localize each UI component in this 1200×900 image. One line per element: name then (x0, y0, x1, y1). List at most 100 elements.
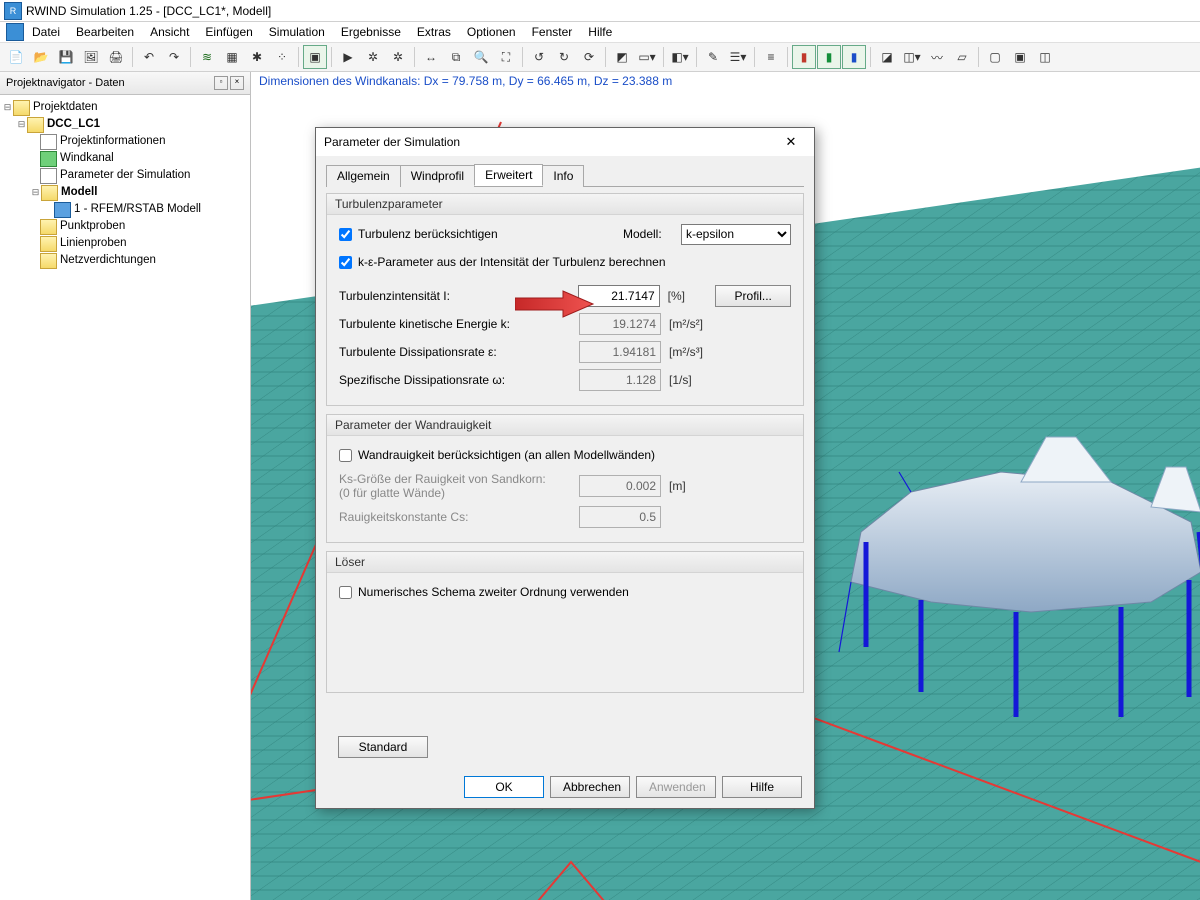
close-panel-icon[interactable]: × (230, 76, 244, 90)
navigator-header: Projektnavigator - Daten ▫ × (0, 72, 250, 95)
tree-windkanal[interactable]: Windkanal (60, 150, 114, 167)
rotate-icon[interactable]: ↺ (527, 45, 551, 69)
close-icon[interactable]: ✕ (776, 132, 806, 152)
separator (414, 47, 415, 67)
group-solver: Löser Numerisches Schema zweiter Ordnung… (326, 551, 804, 693)
menu-simulation[interactable]: Simulation (269, 25, 325, 39)
separator (331, 47, 332, 67)
apply-button[interactable]: Anwenden (636, 776, 716, 798)
undo-icon[interactable]: ↶ (137, 45, 161, 69)
project-tree[interactable]: ⊟Projektdaten ⊟DCC_LC1 Projektinformatio… (0, 95, 250, 273)
pin-icon[interactable]: ▫ (214, 76, 228, 90)
redo-icon[interactable]: ↷ (162, 45, 186, 69)
separator (663, 47, 664, 67)
box3-icon[interactable]: ◫ (1033, 45, 1057, 69)
cancel-button[interactable]: Abbrechen (550, 776, 630, 798)
help-button[interactable]: Hilfe (722, 776, 802, 798)
gear-icon[interactable]: ✲ (361, 45, 385, 69)
profil-button[interactable]: Profil... (715, 285, 791, 307)
wire-icon[interactable]: ◫▾ (900, 45, 924, 69)
box-icon[interactable]: ▢ (983, 45, 1007, 69)
axis-y-icon[interactable]: ▮ (817, 45, 841, 69)
menu-extras[interactable]: Extras (417, 25, 451, 39)
menu-datei[interactable]: Datei (32, 25, 60, 39)
tree-netz[interactable]: Netzverdichtungen (60, 252, 156, 269)
checkbox-second-order[interactable] (339, 586, 352, 599)
print-icon[interactable]: 🖨 (104, 45, 128, 69)
tab-windprofil[interactable]: Windprofil (400, 165, 475, 187)
tree-info[interactable]: Projektinformationen (60, 133, 165, 150)
input-k (579, 313, 661, 335)
tab-erweitert[interactable]: Erweitert (474, 164, 543, 186)
zoom-window-icon[interactable]: ⧉ (444, 45, 468, 69)
curve-icon[interactable]: 〰 (925, 45, 949, 69)
label-keps-from-intensity: k-ε-Parameter aus der Intensität der Tur… (358, 255, 666, 269)
menu-hilfe[interactable]: Hilfe (588, 25, 612, 39)
layers-icon[interactable]: ☰▾ (726, 45, 750, 69)
project-navigator-panel: Projektnavigator - Daten ▫ × ⊟Projektdat… (0, 72, 251, 900)
group-turbulence-title: Turbulenzparameter (327, 194, 803, 215)
tree-root[interactable]: Projektdaten (33, 99, 98, 116)
tree-project[interactable]: DCC_LC1 (47, 116, 100, 133)
unit-eps: [m²/s³] (669, 345, 719, 359)
ok-button[interactable]: OK (464, 776, 544, 798)
toolbar: 📄 📂 💾 🖼 🖨 ↶ ↷ ≋ ▦ ✱ ⁘ ▣ ▶ ✲ ✲ ↔ ⧉ 🔍 ⛶ ↺ … (0, 43, 1200, 72)
rotate2-icon[interactable]: ↻ (552, 45, 576, 69)
menu-bearbeiten[interactable]: Bearbeiten (76, 25, 134, 39)
checkbox-consider-turbulence[interactable] (339, 228, 352, 241)
menubar: Datei Bearbeiten Ansicht Einfügen Simula… (0, 22, 1200, 43)
menu-optionen[interactable]: Optionen (467, 25, 516, 39)
dialog-titlebar[interactable]: Parameter der Simulation ✕ (316, 128, 814, 156)
separator (870, 47, 871, 67)
screenshot-icon[interactable]: 🖼 (79, 45, 103, 69)
menu-einfuegen[interactable]: Einfügen (205, 25, 252, 39)
tree-param[interactable]: Parameter der Simulation (60, 167, 190, 184)
separator (298, 47, 299, 67)
box2-icon[interactable]: ▣ (1008, 45, 1032, 69)
window-title: RWIND Simulation 1.25 - [DCC_LC1*, Model… (26, 4, 271, 18)
run-icon[interactable]: ▶ (336, 45, 360, 69)
open-icon[interactable]: 📂 (29, 45, 53, 69)
zoom-in-icon[interactable]: 🔍 (469, 45, 493, 69)
nav-icon[interactable]: ↔ (419, 45, 443, 69)
input-intensity[interactable] (578, 285, 660, 307)
plane-icon[interactable]: ▱ (950, 45, 974, 69)
mesh-icon[interactable]: ✱ (245, 45, 269, 69)
view-iso-icon[interactable]: ◩ (610, 45, 634, 69)
menu-fenster[interactable]: Fenster (532, 25, 573, 39)
tab-info[interactable]: Info (542, 165, 584, 187)
label-omega: Spezifische Dissipationsrate ω: (339, 373, 549, 387)
gear2-icon[interactable]: ✲ (386, 45, 410, 69)
points-icon[interactable]: ⁘ (270, 45, 294, 69)
checkbox-wall-roughness[interactable] (339, 449, 352, 462)
edit-icon[interactable]: ✎ (701, 45, 725, 69)
view-top-icon[interactable]: ▭▾ (635, 45, 659, 69)
tree-rfem[interactable]: 1 - RFEM/RSTAB Modell (74, 201, 201, 218)
menu-ergebnisse[interactable]: Ergebnisse (341, 25, 401, 39)
tree-modell[interactable]: Modell (61, 184, 97, 201)
tree-punkt[interactable]: Punktproben (60, 218, 125, 235)
window-titlebar: R RWIND Simulation 1.25 - [DCC_LC1*, Mod… (0, 0, 1200, 22)
wind-icon[interactable]: ≋ (195, 45, 219, 69)
unit-omega: [1/s] (669, 373, 719, 387)
zoom-fit-icon[interactable]: ⛶ (494, 45, 518, 69)
cube-icon[interactable]: ◧▾ (668, 45, 692, 69)
rotate3-icon[interactable]: ⟳ (577, 45, 601, 69)
axis-x-icon[interactable]: ▮ (792, 45, 816, 69)
grid-icon[interactable]: ▦ (220, 45, 244, 69)
input-cs (579, 506, 661, 528)
unit-k: [m²/s²] (669, 317, 719, 331)
surface-icon[interactable]: ◪ (875, 45, 899, 69)
menu-ansicht[interactable]: Ansicht (150, 25, 189, 39)
label-ks-hint: (0 für glatte Wände) (339, 486, 445, 500)
section-icon[interactable]: ≡ (759, 45, 783, 69)
checkbox-keps-from-intensity[interactable] (339, 256, 352, 269)
tab-allgemein[interactable]: Allgemein (326, 165, 401, 187)
select-box-icon[interactable]: ▣ (303, 45, 327, 69)
select-turbulence-model[interactable]: k-epsilon (681, 224, 791, 245)
new-icon[interactable]: 📄 (4, 45, 28, 69)
save-icon[interactable]: 💾 (54, 45, 78, 69)
tree-linien[interactable]: Linienproben (60, 235, 127, 252)
axis-z-icon[interactable]: ▮ (842, 45, 866, 69)
standard-button[interactable]: Standard (338, 736, 428, 758)
